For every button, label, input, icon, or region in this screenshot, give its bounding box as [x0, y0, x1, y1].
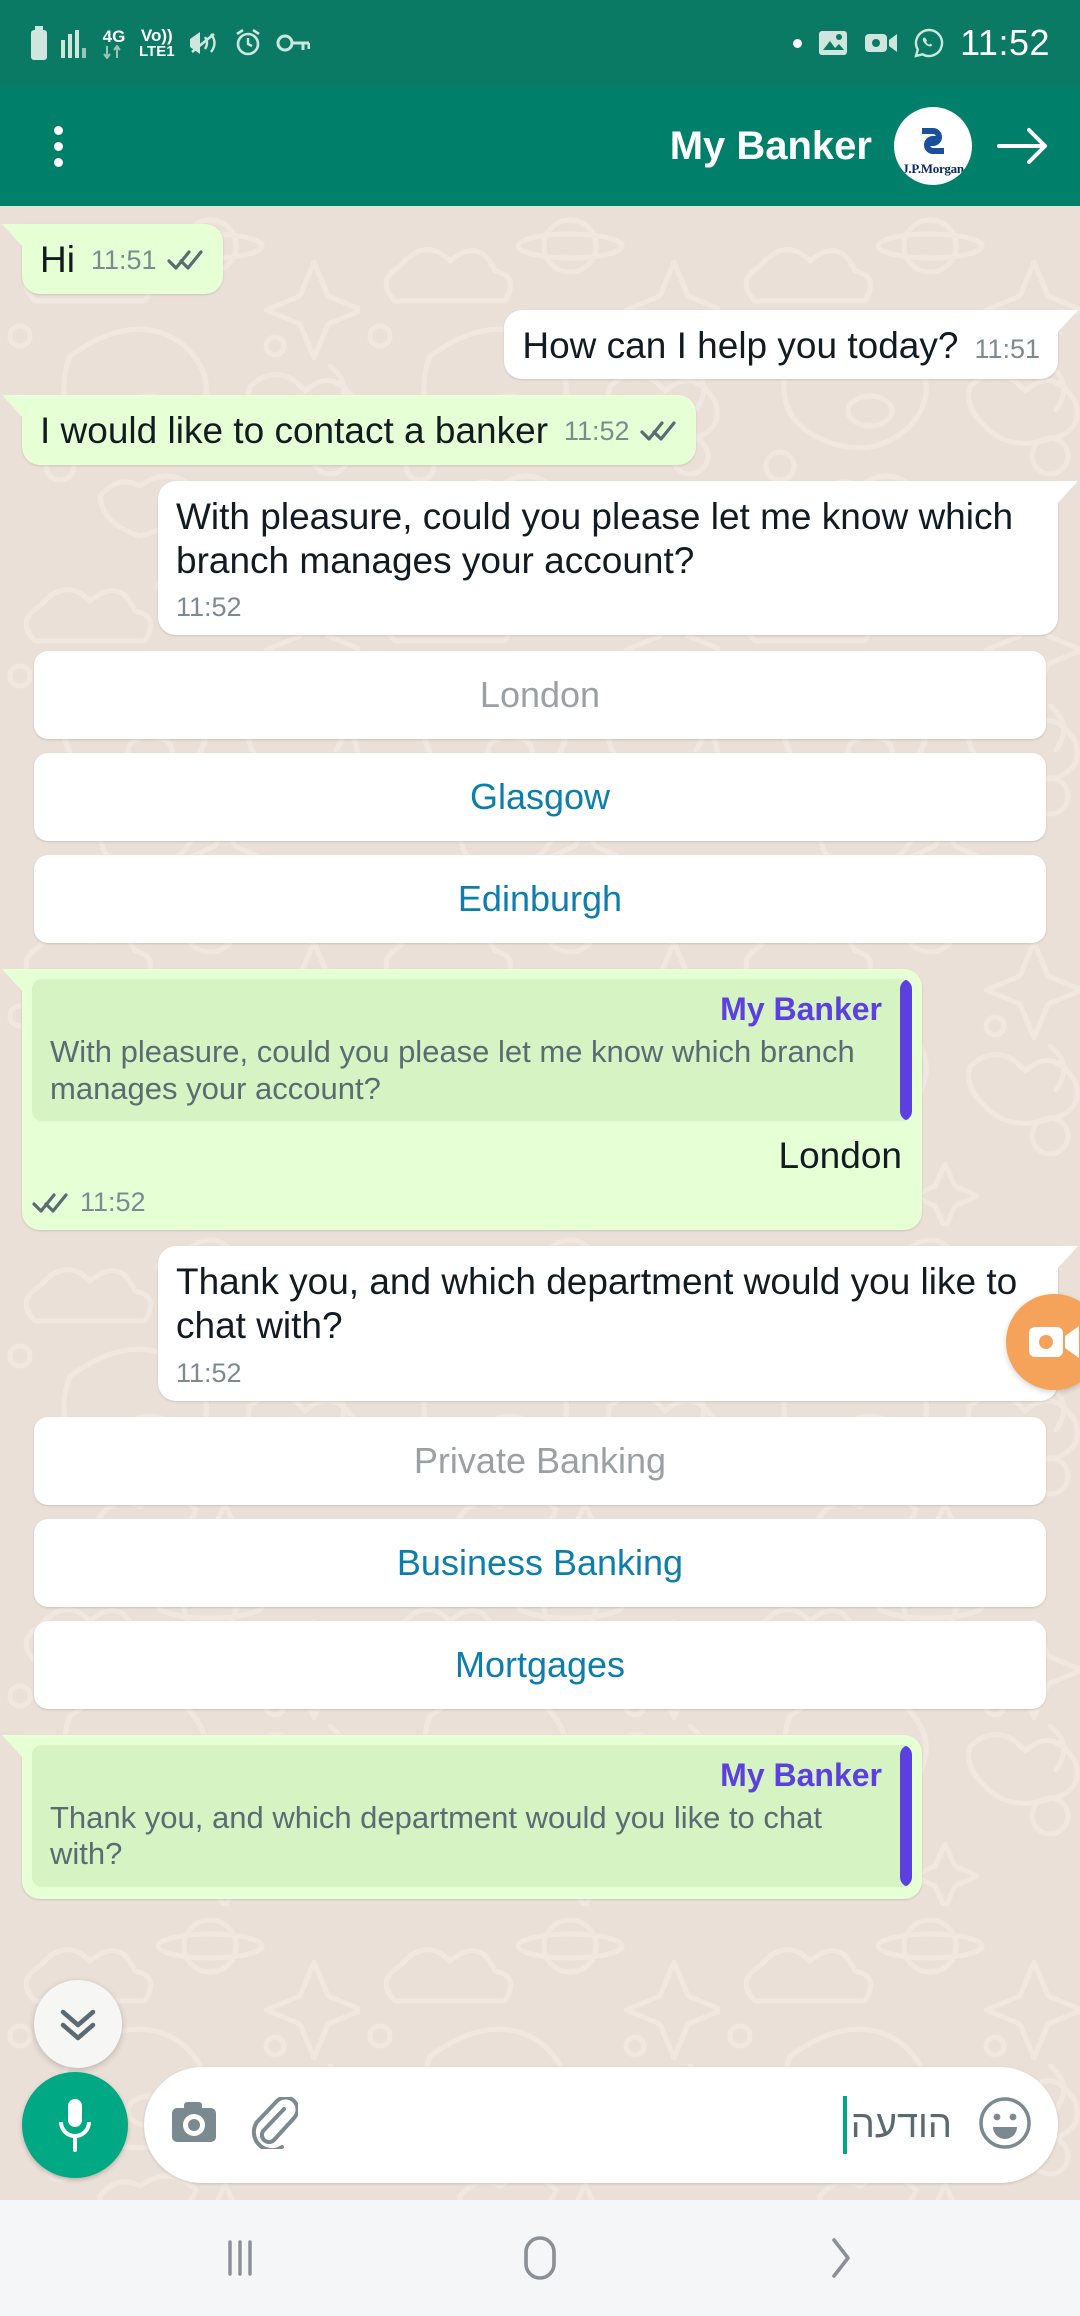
- message-bubble-outgoing[interactable]: Hi 11:51: [2, 224, 223, 294]
- message-input-pill[interactable]: הודעה: [144, 2067, 1058, 2183]
- nav-back-chevron-icon: [832, 2238, 850, 2278]
- message-meta: 11:52: [564, 416, 678, 447]
- reply-text: London: [778, 1135, 902, 1177]
- option-button-business-banking[interactable]: Business Banking: [34, 1518, 1046, 1607]
- message-text: How can I help you today?: [522, 324, 959, 366]
- message-bubble-outgoing[interactable]: I would like to contact a banker 11:52: [2, 395, 696, 465]
- message-text: Thank you, and which department would yo…: [176, 1261, 1018, 1347]
- message-row: With pleasure, could you please let me k…: [22, 480, 1078, 636]
- message-meta: 11:52: [32, 1187, 146, 1218]
- volte-indicator: Vo)) LTE1: [139, 27, 175, 59]
- message-time: 11:52: [80, 1187, 146, 1218]
- back-arrow-icon[interactable]: [992, 115, 1054, 177]
- read-receipt-double-check-icon: [32, 1191, 70, 1215]
- app-bar: My Banker J.P.Morgan: [0, 86, 1080, 206]
- message-time: 11:52: [564, 415, 630, 446]
- avatar[interactable]: J.P.Morgan: [894, 107, 972, 185]
- whatsapp-icon: [914, 28, 944, 58]
- battery-icon: [31, 26, 47, 60]
- message-row: My Banker Thank you, and which departmen…: [2, 1734, 1058, 1899]
- message-row: Thank you, and which department would yo…: [22, 1246, 1078, 1401]
- message-text: Hi: [40, 239, 75, 280]
- quoted-message[interactable]: My Banker Thank you, and which departmen…: [32, 1744, 912, 1887]
- dot-indicator: [793, 38, 803, 48]
- lte-label: LTE1: [139, 43, 175, 60]
- vpn-key-icon: [276, 34, 310, 52]
- video-recorder-icon: [865, 34, 898, 52]
- android-navigation-bar: [0, 2200, 1080, 2316]
- chat-area[interactable]: Hi 11:51 How can I help you today? 11:51…: [0, 206, 1080, 2200]
- alarm-icon: [235, 28, 260, 56]
- paperclip-icon[interactable]: [250, 2095, 300, 2154]
- recents-button[interactable]: [180, 2200, 300, 2316]
- option-button-edinburgh[interactable]: Edinburgh: [34, 855, 1046, 944]
- text-cursor: [842, 2096, 847, 2154]
- vibrate-icon: [189, 32, 216, 54]
- quote-author: My Banker: [720, 991, 882, 1028]
- message-bubble-incoming[interactable]: With pleasure, could you please let me k…: [158, 480, 1078, 636]
- home-button[interactable]: [480, 2200, 600, 2316]
- status-bar: 4G Vo)) LTE1 11:52: [0, 0, 1080, 86]
- quote-text: With pleasure, could you please let me k…: [50, 1034, 855, 1106]
- message-bubble-incoming[interactable]: How can I help you today? 11:51: [504, 309, 1078, 380]
- message-row: My Banker With pleasure, could you pleas…: [2, 969, 1058, 1231]
- signal-bars-icon: [61, 30, 86, 58]
- contact-name[interactable]: My Banker: [670, 124, 872, 169]
- message-text: I would like to contact a banker: [40, 410, 549, 452]
- message-meta: 11:51: [974, 334, 1040, 365]
- avatar-label: J.P.Morgan: [902, 161, 964, 176]
- network-type-indicator: 4G: [102, 28, 126, 59]
- camera-icon[interactable]: [170, 2099, 224, 2152]
- phone-screen: 4G Vo)) LTE1 11:52 My Banker J.P.Morgan …: [0, 0, 1080, 2316]
- quote-text: Thank you, and which department would yo…: [50, 1799, 823, 1872]
- message-bubble-quoted-reply[interactable]: My Banker Thank you, and which departmen…: [2, 1734, 922, 1899]
- status-bar-left-icons: 4G Vo)) LTE1: [30, 26, 310, 60]
- recents-icon: [228, 2240, 252, 2276]
- back-button[interactable]: [780, 2200, 900, 2316]
- data-transfer-icon: [103, 44, 121, 59]
- message-bubble-incoming[interactable]: Thank you, and which department would yo…: [158, 1246, 1078, 1401]
- message-list: Hi 11:51 How can I help you today? 11:51…: [0, 206, 1080, 2200]
- message-time: 11:52: [176, 1357, 242, 1388]
- message-text: With pleasure, could you please let me k…: [176, 495, 1014, 581]
- quoted-message[interactable]: My Banker With pleasure, could you pleas…: [32, 979, 912, 1122]
- read-receipt-double-check-icon: [166, 248, 205, 272]
- home-icon: [524, 2236, 556, 2280]
- message-time: 11:51: [974, 333, 1040, 364]
- option-button-mortgages[interactable]: Mortgages: [34, 1620, 1046, 1709]
- volte-label: Vo)): [140, 26, 173, 45]
- quote-accent-bar: [900, 979, 912, 1122]
- read-receipt-double-check-icon: [639, 419, 678, 443]
- message-meta: 11:51: [91, 245, 205, 276]
- message-row: Hi 11:51: [2, 224, 1058, 294]
- emoji-smiley-icon[interactable]: [978, 2096, 1032, 2155]
- quote-accent-bar: [900, 1744, 912, 1887]
- message-bubble-quoted-reply[interactable]: My Banker With pleasure, could you pleas…: [2, 969, 922, 1231]
- option-button-london[interactable]: London: [34, 651, 1046, 740]
- message-time: 11:51: [90, 244, 157, 275]
- option-button-private-banking[interactable]: Private Banking: [34, 1416, 1046, 1505]
- voice-record-button[interactable]: [22, 2072, 128, 2178]
- status-bar-clock: 11:52: [960, 22, 1050, 63]
- message-time: 11:52: [176, 592, 242, 623]
- message-input-placeholder: הודעה: [850, 2103, 952, 2146]
- message-row: I would like to contact a banker 11:52: [2, 395, 1058, 465]
- quote-author: My Banker: [720, 1756, 882, 1793]
- message-composer: הודעה: [0, 2050, 1080, 2200]
- message-row: How can I help you today? 11:51: [22, 309, 1078, 380]
- overflow-menu-icon[interactable]: [30, 118, 86, 174]
- status-bar-right-icons: 11:52: [793, 22, 1050, 64]
- jpmorgan-logo-icon: [922, 128, 944, 154]
- video-camera-icon: [1029, 1326, 1079, 1358]
- network-gen-label: 4G: [102, 26, 126, 46]
- option-button-glasgow[interactable]: Glasgow: [34, 753, 1046, 842]
- double-chevron-down-icon: [60, 2009, 96, 2041]
- message-input-field[interactable]: הודעה: [324, 2096, 952, 2154]
- microphone-icon: [59, 2099, 91, 2152]
- photo-icon: [819, 31, 848, 55]
